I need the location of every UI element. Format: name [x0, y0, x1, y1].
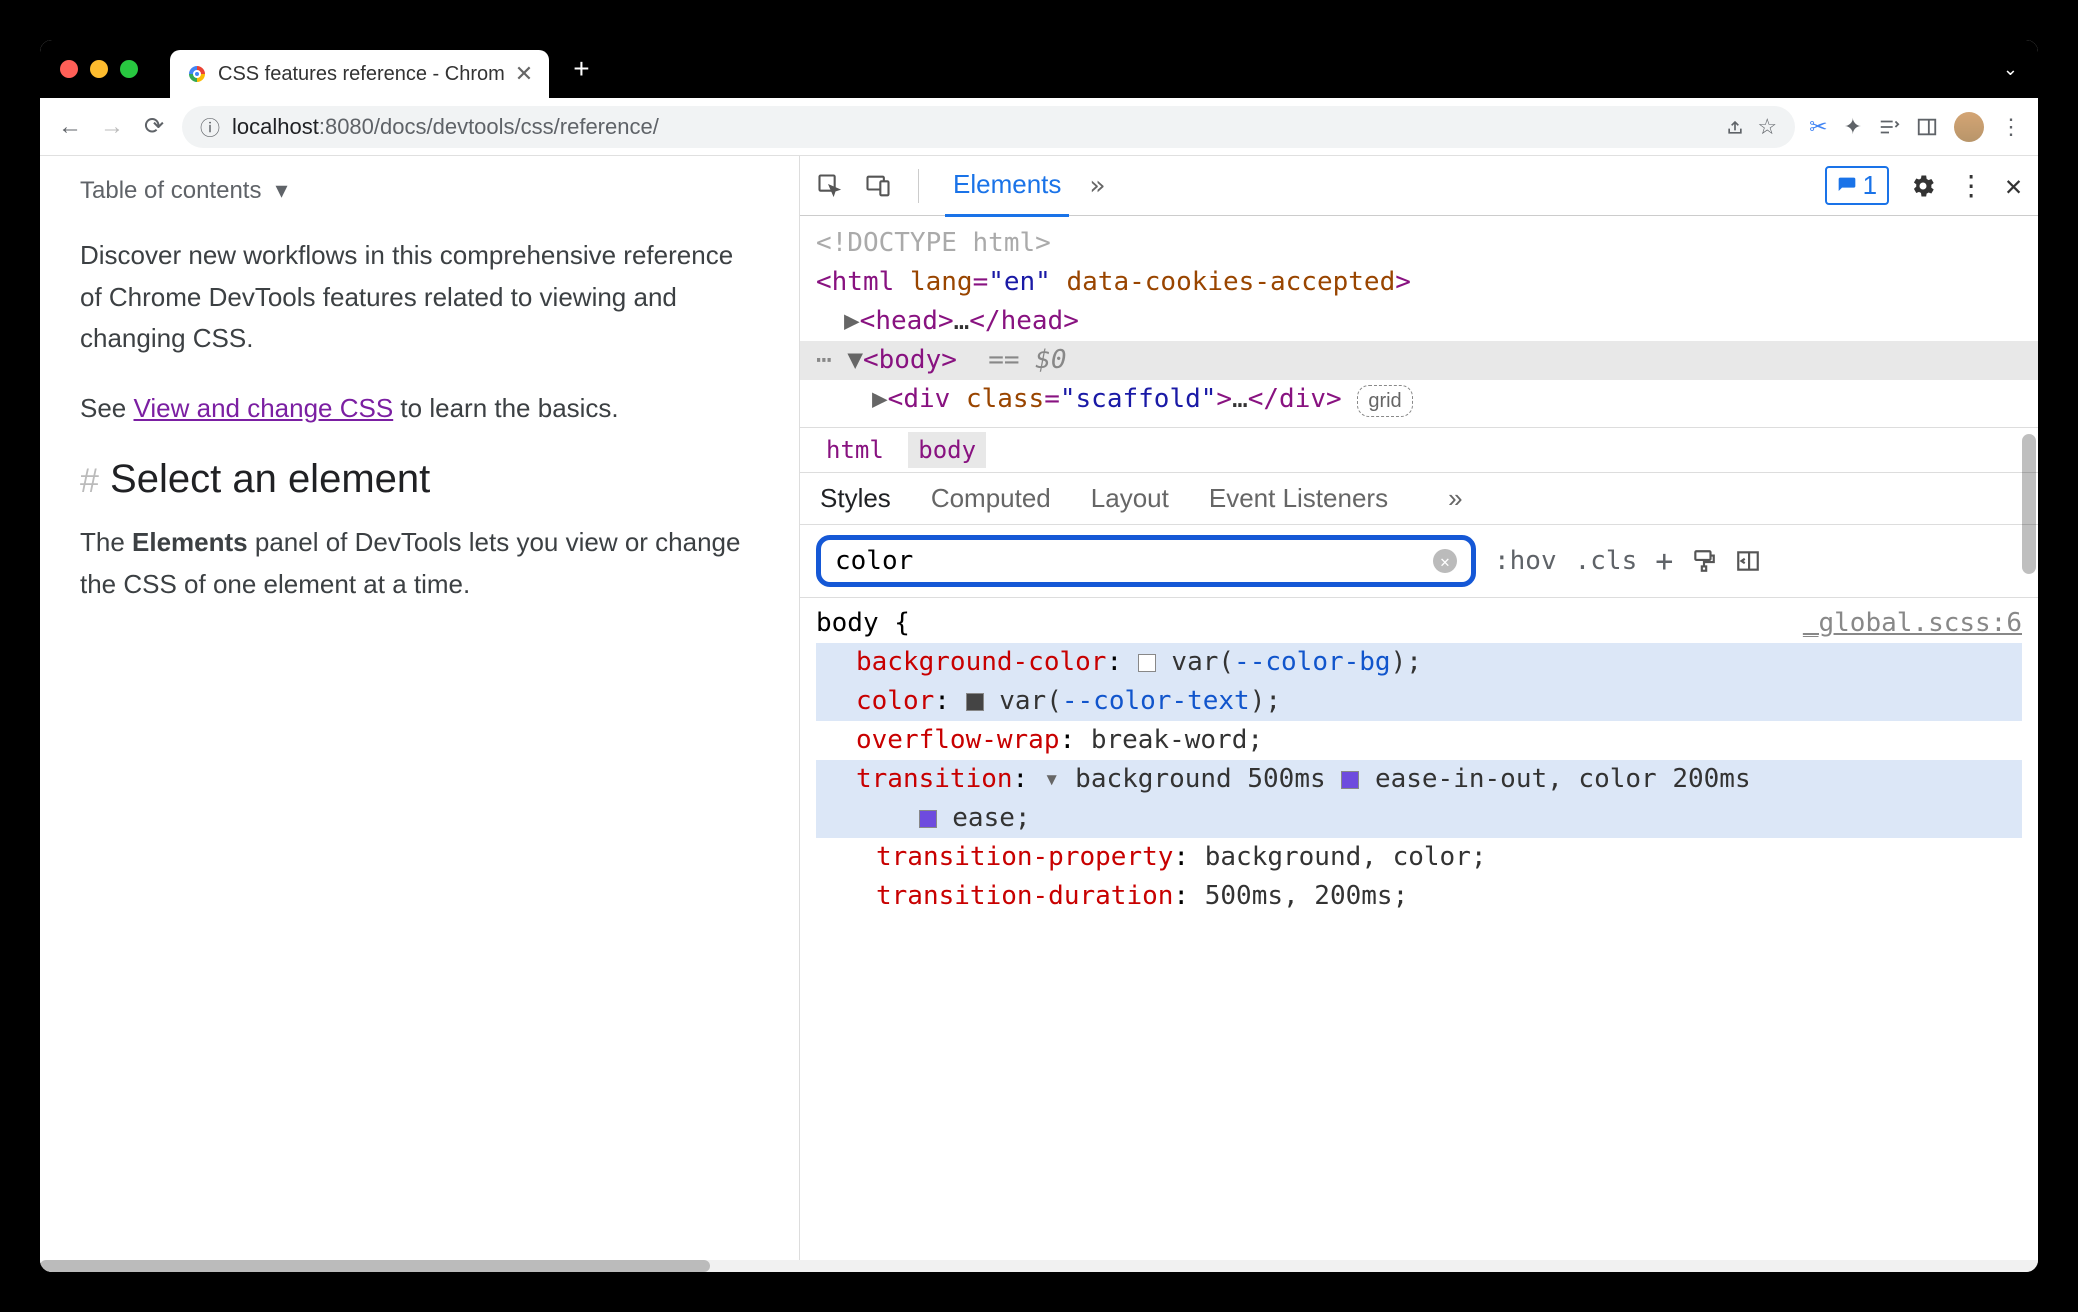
settings-button[interactable] — [1909, 172, 1937, 200]
styles-tab-bar: Styles Computed Layout Event Listeners » — [800, 473, 2038, 525]
computed-sidebar-toggle[interactable] — [1735, 548, 1761, 574]
scissors-icon[interactable]: ✂ — [1809, 114, 1827, 140]
clear-filter-button[interactable]: ✕ — [1433, 549, 1457, 573]
tab-title: CSS features reference - Chrom — [218, 63, 505, 86]
intro-paragraph: Discover new workflows in this comprehen… — [80, 235, 759, 360]
browser-window: CSS features reference - Chrom ✕ + ⌄ ← →… — [40, 40, 2038, 1272]
horizontal-scrollbar[interactable] — [40, 1260, 2038, 1272]
hov-button[interactable]: :hov — [1494, 546, 1557, 576]
body-node-selected[interactable]: ⋯ ▼<body> == $0 — [800, 341, 2038, 380]
browser-tab[interactable]: CSS features reference - Chrom ✕ — [170, 50, 549, 98]
share-icon[interactable] — [1725, 117, 1745, 137]
grid-badge[interactable]: grid — [1357, 385, 1412, 417]
page-content: Table of contents ▾ Discover new workflo… — [40, 156, 800, 1260]
tab-elements[interactable]: Elements — [945, 156, 1069, 217]
color-swatch-icon[interactable] — [966, 693, 984, 711]
prop-transition-property[interactable]: transition-property: background, color; — [816, 838, 2022, 877]
content-area: Table of contents ▾ Discover new workflo… — [40, 156, 2038, 1260]
tab-layout[interactable]: Layout — [1091, 483, 1169, 514]
tab-event-listeners[interactable]: Event Listeners — [1209, 483, 1388, 514]
view-change-css-link[interactable]: View and change CSS — [134, 393, 394, 423]
browser-menu-button[interactable]: ⋮ — [2000, 114, 2022, 140]
prop-overflow-wrap[interactable]: overflow-wrap: break-word; — [816, 721, 2022, 760]
crumb-body[interactable]: body — [908, 432, 986, 468]
new-tab-button[interactable]: + — [561, 53, 601, 85]
prop-background-color[interactable]: background-color: var(--color-bg); — [816, 643, 2022, 682]
url-text: localhost:8080/docs/devtools/css/referen… — [232, 114, 659, 140]
reading-list-icon[interactable] — [1878, 116, 1900, 138]
bezier-swatch-icon[interactable] — [1341, 771, 1359, 789]
crumb-html[interactable]: html — [816, 432, 894, 468]
new-style-rule-button[interactable]: + — [1655, 544, 1673, 579]
style-rules: body { _global.scss:6 background-color: … — [800, 598, 2038, 922]
section-heading: # Select an element — [80, 457, 759, 502]
devtools-menu-button[interactable]: ⋮ — [1957, 169, 1985, 202]
div-scaffold-node[interactable]: ▶<div class="scaffold">…</div> grid — [816, 380, 2022, 419]
bookmark-icon[interactable]: ☆ — [1757, 114, 1777, 140]
close-tab-button[interactable]: ✕ — [515, 61, 533, 87]
styles-filter-row: ✕ :hov .cls + — [800, 525, 2038, 598]
paint-icon[interactable] — [1691, 548, 1717, 574]
tab-computed[interactable]: Computed — [931, 483, 1051, 514]
url-input[interactable]: ⓘ localhost:8080/docs/devtools/css/refer… — [182, 106, 1795, 148]
maximize-window-button[interactable] — [120, 60, 138, 78]
issues-badge[interactable]: 1 — [1825, 166, 1889, 205]
forward-button[interactable]: → — [98, 113, 126, 141]
window-controls — [60, 60, 138, 78]
chevron-down-icon: ▾ — [275, 176, 287, 205]
tab-styles[interactable]: Styles — [820, 483, 891, 514]
extensions-icon[interactable]: ✦ — [1844, 114, 1862, 140]
doctype-node: <!DOCTYPE html> — [816, 224, 2022, 263]
tabs-menu-button[interactable]: ⌄ — [2003, 59, 2018, 80]
elements-description: The Elements panel of DevTools lets you … — [80, 522, 759, 605]
tab-bar: CSS features reference - Chrom ✕ + ⌄ — [40, 40, 2038, 98]
prop-color[interactable]: color: var(--color-text); — [816, 682, 2022, 721]
rule-selector-row[interactable]: body { _global.scss:6 — [816, 604, 2022, 643]
dom-tree[interactable]: <!DOCTYPE html> <html lang="en" data-coo… — [800, 216, 2038, 427]
close-devtools-button[interactable]: ✕ — [2005, 169, 2022, 202]
dom-scrollbar[interactable] — [2022, 434, 2036, 574]
close-window-button[interactable] — [60, 60, 78, 78]
table-of-contents-toggle[interactable]: Table of contents ▾ — [80, 176, 759, 205]
color-swatch-icon[interactable] — [1138, 654, 1156, 672]
prop-transition[interactable]: transition: ▾ background 500ms ease-in-o… — [816, 760, 2022, 838]
breadcrumb: html body — [800, 427, 2038, 473]
reload-button[interactable]: ⟳ — [140, 113, 168, 141]
devtools-panel: Elements » 1 ⋮ ✕ <!DOCTYPE html> <html l… — [800, 156, 2038, 1260]
cls-button[interactable]: .cls — [1575, 546, 1638, 576]
more-tabs-button[interactable]: » — [1089, 171, 1105, 201]
devtools-toolbar: Elements » 1 ⋮ ✕ — [800, 156, 2038, 216]
rule-selector: body { — [816, 604, 910, 643]
html-node[interactable]: <html lang="en" data-cookies-accepted> — [816, 263, 2022, 302]
head-node[interactable]: ▶<head>…</head> — [816, 302, 2022, 341]
more-styles-tabs-button[interactable]: » — [1448, 483, 1462, 514]
device-toolbar-button[interactable] — [864, 172, 892, 200]
site-info-icon[interactable]: ⓘ — [200, 112, 220, 141]
inspect-element-button[interactable] — [816, 172, 844, 200]
minimize-window-button[interactable] — [90, 60, 108, 78]
toc-label: Table of contents — [80, 177, 261, 205]
styles-filter-input-highlight: ✕ — [816, 535, 1476, 587]
back-button[interactable]: ← — [56, 113, 84, 141]
side-panel-icon[interactable] — [1916, 116, 1938, 138]
bezier-swatch-icon[interactable] — [919, 810, 937, 828]
chrome-favicon-icon — [186, 63, 208, 85]
prop-transition-duration[interactable]: transition-duration: 500ms, 200ms; — [816, 877, 2022, 916]
profile-avatar[interactable] — [1954, 112, 1984, 142]
styles-filter-input[interactable] — [835, 546, 1433, 576]
see-also-paragraph: See View and change CSS to learn the bas… — [80, 388, 759, 430]
hash-icon: # — [80, 462, 99, 500]
address-bar: ← → ⟳ ⓘ localhost:8080/docs/devtools/css… — [40, 98, 2038, 156]
rule-source-link[interactable]: _global.scss:6 — [1803, 604, 2022, 643]
